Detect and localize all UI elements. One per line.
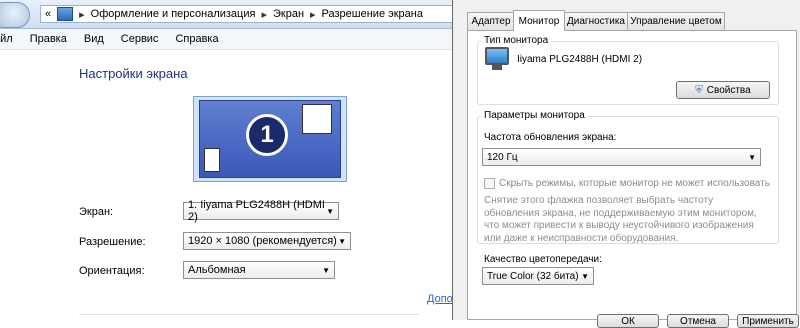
monitor-icon [485, 47, 509, 65]
refresh-rate-value: 120 Гц [487, 151, 518, 163]
control-panel-icon [57, 7, 74, 21]
tab-adapter[interactable]: Адаптер [467, 12, 515, 30]
mini-sidebar-icon [204, 148, 220, 172]
menu-tools[interactable]: Сервис [121, 33, 159, 45]
menu-edit[interactable]: Правка [30, 33, 67, 45]
properties-button[interactable]: ⛨ Свойства [676, 81, 770, 99]
resolution-select-value: 1920 × 1080 (рекомендуется) [188, 235, 337, 247]
nav-prefix[interactable]: « [45, 8, 51, 20]
orientation-select[interactable]: Альбомная ▼ [183, 261, 335, 279]
hide-modes-label: Скрыть режимы, которые монитор не может … [499, 178, 770, 189]
ok-button-label: ОК [621, 316, 635, 327]
color-quality-label: Качество цветопередачи: [484, 254, 602, 265]
apply-button[interactable]: Применить [737, 314, 799, 328]
cancel-button-label: Отмена [680, 316, 716, 327]
breadcrumb-separator-icon: ▸ [310, 8, 316, 21]
breadcrumb-item-display[interactable]: Экран [273, 8, 304, 20]
color-quality-select[interactable]: True Color (32 бита) ▼ [482, 267, 594, 285]
monitor-params-group-title: Параметры монитора [481, 110, 588, 121]
menu-view[interactable]: Вид [84, 33, 104, 45]
monitor-type-group-title: Тип монитора [481, 35, 552, 46]
tab-diagnostics[interactable]: Диагностика [563, 12, 629, 30]
ok-button[interactable]: ОК [597, 314, 659, 328]
menu-file[interactable]: айл [0, 33, 13, 45]
orientation-label: Ориентация: [79, 265, 145, 277]
screen-select[interactable]: 1. Iiyama PLG2488H (HDMI 2) ▼ [183, 199, 339, 223]
screen-label: Экран: [79, 206, 114, 218]
cancel-button[interactable]: Отмена [667, 314, 729, 328]
tab-color-management[interactable]: Управление цветом [627, 12, 725, 30]
chevron-down-icon: ▼ [748, 152, 756, 162]
apply-button-label: Применить [742, 316, 794, 327]
monitor-number-badge: 1 [246, 114, 288, 156]
breadcrumb-item-resolution[interactable]: Разрешение экрана [322, 8, 423, 20]
back-button[interactable] [0, 2, 30, 28]
monitor-stand-icon [492, 65, 502, 70]
color-quality-value: True Color (32 бита) [487, 270, 579, 282]
refresh-rate-label: Частота обновления экрана: [484, 132, 617, 143]
refresh-rate-select[interactable]: 120 Гц ▼ [482, 148, 761, 166]
tab-monitor[interactable]: Монитор [513, 10, 565, 31]
breadcrumb-item-personalization[interactable]: Оформление и персонализация [91, 8, 256, 20]
screen-select-value: 1. Iiyama PLG2488H (HDMI 2) [188, 199, 325, 223]
menu-bar: айл Правка Вид Сервис Справка [0, 29, 460, 50]
shield-icon: ⛨ [695, 84, 703, 96]
breadcrumb-separator-icon: ▸ [261, 8, 267, 21]
resolution-select[interactable]: 1920 × 1080 (рекомендуется) ▼ [183, 232, 351, 250]
properties-button-label: Свойства [706, 84, 751, 96]
chevron-down-icon: ▼ [322, 265, 330, 275]
chevron-down-icon: ▼ [581, 271, 589, 281]
breadcrumb-separator-icon: ▸ [79, 8, 85, 21]
tab-bar: Адаптер Монитор Диагностика Управление ц… [462, 10, 800, 31]
page-title: Настройки экрана [79, 66, 188, 81]
resolution-label: Разрешение: [79, 236, 146, 248]
menu-help[interactable]: Справка [175, 33, 218, 45]
mini-window-icon [302, 104, 332, 134]
monitor-name: Iiyama PLG2488H (HDMI 2) [517, 54, 643, 65]
hint-text: Снятие этого флажка позволяет выбрать ча… [484, 195, 757, 244]
divider [79, 314, 419, 315]
chevron-down-icon: ▼ [326, 206, 334, 216]
advanced-settings-link[interactable]: Допо [427, 293, 453, 305]
breadcrumb[interactable]: « ▸ Оформление и персонализация ▸ Экран … [40, 5, 460, 23]
hide-modes-checkbox[interactable] [484, 178, 495, 189]
orientation-select-value: Альбомная [188, 264, 246, 276]
chevron-down-icon: ▼ [338, 236, 346, 246]
